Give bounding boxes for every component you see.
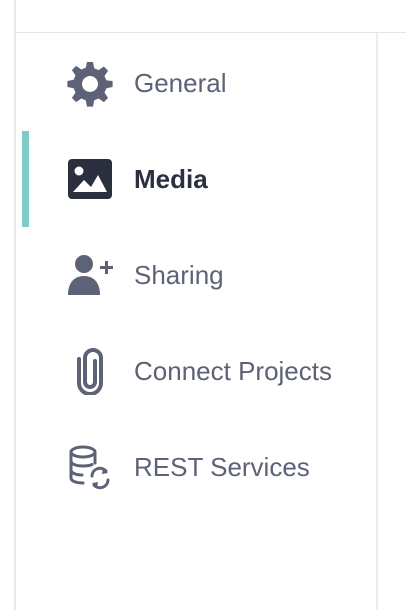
settings-sidebar: General Media Sharing Connect Projects R… xyxy=(16,33,376,610)
sidebar-item-connect-projects[interactable]: Connect Projects xyxy=(16,323,376,419)
sidebar-item-rest-services[interactable]: REST Services xyxy=(16,419,376,515)
sidebar-item-label: Media xyxy=(134,164,208,194)
add-user-icon xyxy=(66,251,114,299)
sidebar-item-label: REST Services xyxy=(134,452,310,482)
active-indicator xyxy=(22,131,29,227)
sidebar-item-label: Connect Projects xyxy=(134,356,332,386)
image-icon xyxy=(66,155,114,203)
gear-icon xyxy=(66,59,114,107)
content-divider xyxy=(376,33,378,610)
sidebar-item-general[interactable]: General xyxy=(16,35,376,131)
sidebar-item-media[interactable]: Media xyxy=(16,131,376,227)
top-bar xyxy=(16,0,406,33)
sidebar-item-label: Sharing xyxy=(134,260,224,290)
sidebar-item-label: General xyxy=(134,68,227,98)
sidebar-item-sharing[interactable]: Sharing xyxy=(16,227,376,323)
paperclip-icon xyxy=(66,347,114,395)
database-sync-icon xyxy=(66,443,114,491)
